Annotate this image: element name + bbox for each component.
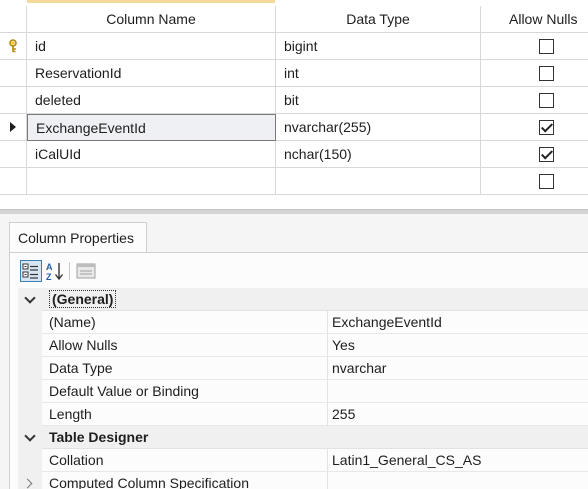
row-selector[interactable]	[0, 33, 27, 60]
tab-strip-edge	[27, 0, 275, 3]
property-value[interactable]: nvarchar	[328, 357, 588, 380]
allow-nulls-cell	[481, 33, 588, 60]
svg-text:A: A	[46, 262, 53, 272]
properties-toolbar: A Z	[18, 260, 588, 284]
category-table-designer-label: Table Designer	[49, 429, 149, 445]
property-name: Computed Column Specification	[42, 472, 328, 489]
property-row[interactable]: Computed Column Specification	[18, 472, 588, 489]
category-label: (General)	[42, 288, 588, 311]
property-value[interactable]	[328, 380, 588, 403]
chevron-down-icon[interactable]	[24, 292, 36, 304]
table-row-new[interactable]	[0, 168, 588, 195]
property-row[interactable]: Collation Latin1_General_CS_AS	[18, 449, 588, 472]
table-row[interactable]: ReservationId int	[0, 60, 588, 87]
allow-nulls-checkbox[interactable]	[539, 39, 554, 54]
header-column-name[interactable]: Column Name	[27, 6, 276, 33]
header-selector	[0, 6, 27, 33]
current-row-arrow-icon	[10, 122, 16, 132]
property-grid: (General) (Name) ExchangeEventId Allow N…	[18, 288, 588, 489]
property-pages-button[interactable]	[75, 260, 97, 282]
table-row[interactable]: iCalUId nchar(150)	[0, 141, 588, 168]
allow-nulls-cell	[481, 168, 588, 195]
table-row[interactable]: deleted bit	[0, 87, 588, 114]
property-name: Length	[42, 403, 328, 426]
allow-nulls-cell	[481, 60, 588, 87]
allow-nulls-checkbox[interactable]	[539, 120, 554, 135]
property-name: (Name)	[42, 311, 328, 334]
category-label: Table Designer	[42, 426, 588, 449]
row-selector[interactable]	[0, 141, 27, 168]
property-row[interactable]: Allow Nulls Yes	[18, 334, 588, 357]
chevron-right-icon[interactable]	[22, 478, 33, 489]
property-row[interactable]: Default Value or Binding	[18, 380, 588, 403]
header-data-type[interactable]: Data Type	[276, 6, 481, 33]
column-properties-pane: Column Properties A Z (General) (Name) E…	[0, 214, 588, 489]
property-value[interactable]: Latin1_General_CS_AS	[328, 449, 588, 472]
property-gutter	[18, 403, 42, 426]
column-name-cell[interactable]: deleted	[27, 87, 276, 114]
property-name: Collation	[42, 449, 328, 472]
property-gutter	[18, 472, 42, 489]
data-type-cell[interactable]: nvarchar(255)	[276, 114, 481, 141]
data-type-cell[interactable]: nchar(150)	[276, 141, 481, 168]
data-type-cell[interactable]: int	[276, 60, 481, 87]
property-gutter	[18, 334, 42, 357]
grid-header: Column Name Data Type Allow Nulls	[0, 6, 588, 33]
column-name-cell[interactable]: id	[27, 33, 276, 60]
row-selector[interactable]	[0, 87, 27, 114]
table-row[interactable]: id bigint	[0, 33, 588, 60]
tab-column-properties[interactable]: Column Properties	[9, 222, 147, 252]
alphabetical-button[interactable]: A Z	[45, 260, 67, 282]
category-general-label: (General)	[49, 290, 117, 308]
categorized-icon	[22, 263, 38, 279]
svg-text:Z: Z	[46, 272, 52, 282]
header-allow-nulls[interactable]: Allow Nulls	[481, 6, 588, 33]
category-table-designer[interactable]: Table Designer	[18, 426, 588, 449]
table-design-grid: Column Name Data Type Allow Nulls id big…	[0, 0, 588, 209]
column-name-cell[interactable]: iCalUId	[27, 141, 276, 168]
allow-nulls-checkbox[interactable]	[539, 174, 554, 189]
allow-nulls-cell	[481, 114, 588, 141]
property-value[interactable]: Yes	[328, 334, 588, 357]
category-general[interactable]: (General)	[18, 288, 588, 311]
property-pages-icon	[76, 263, 96, 279]
property-row[interactable]: (Name) ExchangeEventId	[18, 311, 588, 334]
sort-az-icon: A Z	[46, 262, 64, 282]
row-selector[interactable]	[0, 60, 27, 87]
allow-nulls-checkbox[interactable]	[539, 147, 554, 162]
data-type-cell[interactable]	[276, 168, 481, 195]
property-value[interactable]: 255	[328, 403, 588, 426]
column-name-cell[interactable]: ReservationId	[27, 60, 276, 87]
property-name: Allow Nulls	[42, 334, 328, 357]
data-type-cell[interactable]: bigint	[276, 33, 481, 60]
allow-nulls-checkbox[interactable]	[539, 66, 554, 81]
toolbar-separator	[69, 262, 70, 280]
column-name-cell[interactable]	[27, 168, 276, 195]
column-name-cell[interactable]: ExchangeEventId	[27, 114, 276, 141]
property-name: Data Type	[42, 357, 328, 380]
property-row[interactable]: Length 255	[18, 403, 588, 426]
allow-nulls-cell	[481, 141, 588, 168]
property-gutter	[18, 380, 42, 403]
row-selector[interactable]	[0, 168, 27, 195]
primary-key-icon	[9, 39, 17, 53]
property-gutter	[18, 311, 42, 334]
property-gutter	[18, 357, 42, 380]
table-row-current[interactable]: ExchangeEventId nvarchar(255)	[0, 114, 588, 141]
property-value[interactable]: ExchangeEventId	[328, 311, 588, 334]
chevron-down-icon[interactable]	[24, 430, 36, 442]
property-name: Default Value or Binding	[42, 380, 328, 403]
categorized-button[interactable]	[20, 260, 42, 282]
allow-nulls-checkbox[interactable]	[539, 93, 554, 108]
category-gutter	[18, 288, 42, 311]
data-type-cell[interactable]: bit	[276, 87, 481, 114]
category-gutter	[18, 426, 42, 449]
property-gutter	[18, 449, 42, 472]
property-row[interactable]: Data Type nvarchar	[18, 357, 588, 380]
property-value[interactable]	[328, 472, 588, 489]
row-selector[interactable]	[0, 114, 27, 141]
allow-nulls-cell	[481, 87, 588, 114]
